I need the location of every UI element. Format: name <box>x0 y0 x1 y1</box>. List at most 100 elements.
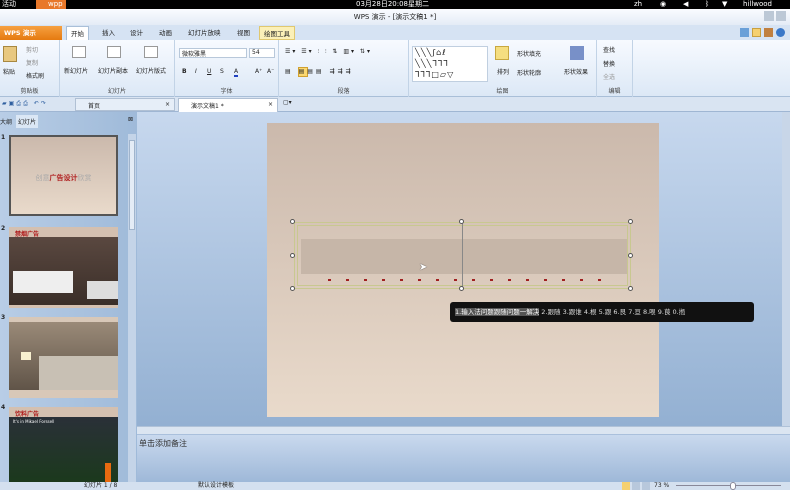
tab-home[interactable]: 开始 <box>66 26 89 40</box>
resize-handle[interactable] <box>290 253 295 258</box>
scroll-thumb[interactable] <box>129 140 135 230</box>
slide-thumb-3[interactable] <box>9 317 118 398</box>
language-indicator[interactable]: zh <box>634 0 642 9</box>
resize-handle[interactable] <box>628 286 633 291</box>
new-slide-button[interactable]: 新幻灯片 <box>64 66 88 75</box>
replace-button[interactable]: 替换 <box>603 59 615 68</box>
cut-button[interactable]: 剪切 <box>26 45 38 54</box>
slide-thumb-4[interactable]: 饮料广告 It's in Mikael Forssell <box>9 407 118 488</box>
minimize-button[interactable] <box>764 11 774 21</box>
slide-layout-button[interactable]: 幻灯片版式 <box>136 66 166 75</box>
skin-icon[interactable] <box>764 28 773 37</box>
close-panel-icon[interactable]: ⊠ <box>128 116 133 123</box>
ime-candidate[interactable]: 9.茛 <box>658 308 671 316</box>
paste-button[interactable]: 粘贴 <box>3 67 15 76</box>
ime-candidate[interactable]: 0.揯 <box>673 308 686 316</box>
ime-candidate[interactable]: 5.跟 <box>599 308 612 316</box>
tab-animation[interactable]: 动画 <box>155 26 176 40</box>
status-bar: 幻灯片 1 / 8 默认设计模板 73 % <box>0 482 790 490</box>
notes-placeholder[interactable]: 单击添加备注 <box>139 438 187 449</box>
normal-view-button[interactable] <box>622 482 630 490</box>
title-textbox-selected[interactable] <box>294 222 631 289</box>
tab-insert[interactable]: 插入 <box>98 26 119 40</box>
select-all-button[interactable]: 全选 <box>603 72 615 81</box>
arrange-button[interactable]: 排列 <box>497 67 509 76</box>
slide-thumb-1[interactable]: 创意广告设计欣赏 <box>9 135 118 216</box>
zoom-slider-thumb[interactable] <box>729 482 736 490</box>
font-size-select[interactable]: 54 <box>249 48 275 58</box>
text-highlight <box>301 239 627 274</box>
user-menu[interactable]: hillwood <box>743 0 772 9</box>
resize-handle[interactable] <box>290 286 295 291</box>
wifi-icon[interactable]: ▼ <box>722 0 727 9</box>
tab-slideshow[interactable]: 幻灯片放映 <box>184 26 225 40</box>
ime-candidate[interactable]: 7.亘 <box>628 308 641 316</box>
resize-handle[interactable] <box>459 219 464 224</box>
tab-drawing-tools[interactable]: 绘图工具 <box>259 26 295 40</box>
ime-candidate[interactable]: 3.跟谁 <box>563 308 582 316</box>
football-image: It's in Mikael Forssell <box>9 417 118 488</box>
arrange-icon <box>495 46 509 60</box>
horizontal-scrollbar[interactable] <box>137 426 790 434</box>
tab-design[interactable]: 设计 <box>126 26 147 40</box>
wps-app-button[interactable]: WPS 演示 <box>0 26 62 40</box>
resize-handle[interactable] <box>628 219 633 224</box>
ime-candidate[interactable]: 6.艮 <box>613 308 626 316</box>
quick-access-toolbar[interactable]: ▰▣⎙⎙ ↶↷ <box>2 100 48 108</box>
resize-handle[interactable] <box>459 286 464 291</box>
grow-font-button[interactable]: A⁺ <box>255 68 262 75</box>
shadow-button[interactable]: S <box>220 68 224 75</box>
tab-outline[interactable]: 大纲 <box>0 117 12 126</box>
shape-effects-button[interactable]: 形状效果 <box>564 67 588 76</box>
vertical-scrollbar[interactable] <box>782 112 790 426</box>
slide-number: 4 <box>1 404 6 411</box>
maximize-button[interactable] <box>776 11 786 21</box>
doc-tab-presentation[interactable]: 演示文稿1 * × <box>178 98 278 112</box>
shape-fill-button[interactable]: 形状填充 <box>517 49 541 58</box>
resize-handle[interactable] <box>628 253 633 258</box>
help-icon[interactable] <box>776 28 785 37</box>
home-icon[interactable] <box>752 28 761 37</box>
close-tab-icon[interactable]: × <box>165 101 170 108</box>
ribbon: 粘贴 剪切 复制 格式刷 剪贴板 新幻灯片 幻灯片副本 幻灯片版式 幻灯片 微软… <box>0 40 790 97</box>
shapes-gallery[interactable]: ╲╲╲ʃ⌂ℓ ╲╲╲⅂⅂⅂ ⅂⅂⅂□▱▽ <box>412 46 488 82</box>
slideshow-view-button[interactable] <box>642 482 650 490</box>
duplicate-slide-button[interactable]: 幻灯片副本 <box>98 66 128 75</box>
zoom-slider[interactable] <box>676 485 781 486</box>
list-buttons[interactable]: ☰▾ ☰▾ ⫶ ⫶ ⇅ ▥▾ ⇅▾ <box>285 48 372 56</box>
align-buttons[interactable]: ▤ ▤▤▤ ⇶⇶⇶ <box>285 68 354 75</box>
volume-icon[interactable]: ◀ <box>683 0 688 9</box>
font-color-button[interactable]: A <box>234 68 239 77</box>
slide-thumb-2[interactable]: 禁烟广告 <box>9 227 118 308</box>
clock[interactable]: 03月28日20:08星期二 <box>356 0 429 9</box>
new-tab-button[interactable]: ▢▾ <box>283 99 292 106</box>
format-painter-button[interactable]: 格式刷 <box>26 71 44 80</box>
tab-view[interactable]: 视图 <box>233 26 254 40</box>
shape-outline-button[interactable]: 形状轮廓 <box>517 68 541 77</box>
app-menu[interactable]: wpp <box>36 0 66 9</box>
title-bar: WPS 演示 - [演示文稿1 *] <box>0 9 790 25</box>
tab-slides[interactable]: 幻灯片 <box>16 115 39 128</box>
italic-button[interactable]: I <box>195 68 197 75</box>
network-icon[interactable]: ◉ <box>660 0 666 9</box>
activities-button[interactable]: 活动 <box>2 0 16 9</box>
resize-handle[interactable] <box>290 219 295 224</box>
font-name-select[interactable]: 微软雅黑 <box>179 48 247 58</box>
notes-pane[interactable]: 单击添加备注 <box>137 434 790 482</box>
bold-button[interactable]: B <box>182 68 187 75</box>
bedroom-image <box>9 322 118 390</box>
copy-button[interactable]: 复制 <box>26 58 38 67</box>
ime-candidate[interactable]: 8.哏 <box>643 308 656 316</box>
find-button[interactable]: 查找 <box>603 45 615 54</box>
doc-tab-home[interactable]: 首页 × <box>75 98 175 111</box>
sorter-view-button[interactable] <box>632 482 640 490</box>
close-tab-icon[interactable]: × <box>268 101 273 108</box>
shrink-font-button[interactable]: A⁻ <box>267 68 274 75</box>
underline-button[interactable]: U <box>207 68 211 75</box>
panel-scrollbar[interactable] <box>128 134 136 482</box>
window-icon[interactable] <box>740 28 749 37</box>
ime-candidate[interactable]: 4.根 <box>584 308 597 316</box>
ime-candidate[interactable]: 2.跟随 <box>541 308 560 316</box>
ime-candidate[interactable]: 1.输入法问题跟随问题一解决 <box>455 308 540 316</box>
bluetooth-icon[interactable]: ᛒ <box>705 0 709 9</box>
